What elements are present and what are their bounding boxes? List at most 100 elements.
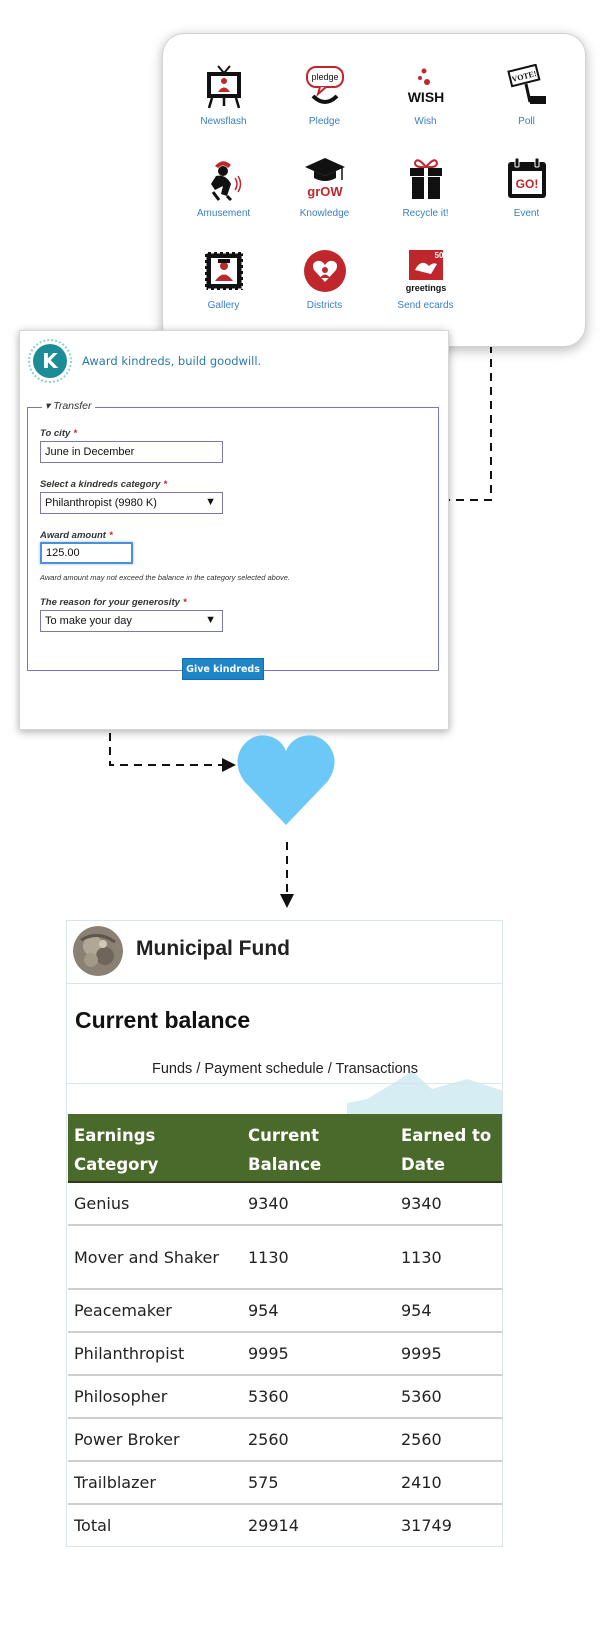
avatar xyxy=(73,926,123,976)
reason-label-text: The reason for your generosity xyxy=(40,597,180,608)
gift-box-icon xyxy=(409,159,442,199)
fund-header: Municipal Fund xyxy=(67,921,502,984)
reason-select-value: To make your day xyxy=(45,615,132,627)
collapse-arrow-icon: ▾ xyxy=(45,400,51,412)
cell-category: Philanthropist xyxy=(68,1332,242,1376)
balance-title: Current balance xyxy=(75,1007,251,1033)
menu-item-amusement[interactable]: Amusement xyxy=(173,156,274,248)
menu-item-label: Gallery xyxy=(207,300,240,311)
tagline: Award kindreds, build goodwill. xyxy=(82,354,262,368)
to-city-label-text: To city xyxy=(40,428,71,439)
fund-nav: Funds / Payment schedule / Transactions xyxy=(152,1061,418,1077)
menu-item-recycle[interactable]: Recycle it! xyxy=(375,156,476,248)
transfer-fieldset: ▾ Transfer To city * Select a kindreds ca… xyxy=(27,400,439,671)
calendar-icon: GO! xyxy=(507,157,546,198)
menu-item-newsflash[interactable]: Newsflash xyxy=(173,64,274,156)
menu-item-label: Knowledge xyxy=(299,208,350,219)
fieldset-legend[interactable]: ▾ Transfer xyxy=(42,400,95,412)
heart-icon xyxy=(237,735,335,825)
menu-item-label: Newsflash xyxy=(200,116,247,127)
nav-link-funds[interactable]: Funds xyxy=(152,1061,192,1077)
menu-item-gallery[interactable]: Gallery xyxy=(173,248,274,340)
wish-icon-text: WISH xyxy=(407,89,444,105)
dropdown-arrow-icon: ▼ xyxy=(205,614,216,626)
graduation-cap-icon: grOW xyxy=(304,158,345,199)
wish-icon: WISH xyxy=(407,68,444,105)
menu-item-label: Districts xyxy=(306,300,343,311)
pledge-icon: pledge xyxy=(305,66,344,104)
pledge-icon-text: pledge xyxy=(311,72,338,82)
menu-item-label: Pledge xyxy=(308,116,341,127)
menu-item-poll[interactable]: VOTE! Poll xyxy=(476,64,577,156)
required-marker: * xyxy=(182,597,187,608)
stamp-icon xyxy=(203,250,244,292)
column-header-current-balance: Current Balance xyxy=(242,1114,395,1183)
amount-label-text: Award amount xyxy=(40,530,106,541)
cell-current-balance: 29914 xyxy=(242,1504,395,1546)
award-amount-input[interactable] xyxy=(40,542,133,564)
reason-label: The reason for your generosity * xyxy=(40,597,187,608)
cell-earned-to-date: 2410 xyxy=(395,1461,502,1505)
cell-current-balance: 575 xyxy=(242,1461,395,1505)
earnings-table: Earnings Category Current Balance Earned… xyxy=(68,1114,502,1546)
table-row: Philosopher 5360 5360 xyxy=(68,1375,502,1419)
menu-item-send-ecards[interactable]: 50 greetings Send ecards xyxy=(375,248,476,340)
ecard-badge-text: 50 xyxy=(434,251,443,260)
category-label-text: Select a kindreds category xyxy=(40,479,161,490)
cell-category: Total xyxy=(68,1504,242,1546)
reason-select[interactable]: To make your day ▼ xyxy=(40,610,223,632)
cell-earned-to-date: 5360 xyxy=(395,1375,502,1419)
go-icon-text: GO! xyxy=(515,177,538,191)
menu-item-label: Amusement xyxy=(196,208,251,219)
grow-icon-text: grOW xyxy=(307,184,343,199)
kindreds-logo: K xyxy=(28,339,72,383)
greetings-icon-text: greetings xyxy=(405,283,446,293)
cell-current-balance: 1130 xyxy=(242,1225,395,1290)
cell-earned-to-date: 954 xyxy=(395,1289,502,1333)
required-marker: * xyxy=(163,479,168,490)
menu-item-wish[interactable]: WISH Wish xyxy=(375,64,476,156)
cell-earned-to-date: 9340 xyxy=(395,1182,502,1226)
cell-current-balance: 9340 xyxy=(242,1182,395,1226)
cell-current-balance: 2560 xyxy=(242,1418,395,1462)
tv-icon xyxy=(206,65,241,109)
fund-title: Municipal Fund xyxy=(136,937,290,960)
table-row: Mover and Shaker 1130 1130 xyxy=(68,1225,502,1290)
menu-item-event[interactable]: GO! Event xyxy=(476,156,577,248)
cell-category: Trailblazer xyxy=(68,1461,242,1505)
cell-category: Philosopher xyxy=(68,1375,242,1419)
dropdown-arrow-icon: ▼ xyxy=(205,496,216,508)
table-row: Philanthropist 9995 9995 xyxy=(68,1332,502,1376)
menu-item-label: Event xyxy=(513,208,540,219)
cell-earned-to-date: 1130 xyxy=(395,1225,502,1290)
table-row-total: Total 29914 31749 xyxy=(68,1504,502,1546)
give-kindreds-button[interactable]: Give kindreds xyxy=(182,658,264,680)
cell-earned-to-date: 9995 xyxy=(395,1332,502,1376)
menu-item-knowledge[interactable]: grOW Knowledge xyxy=(274,156,375,248)
table-row: Genius 9340 9340 xyxy=(68,1182,502,1226)
to-city-input[interactable] xyxy=(40,441,223,463)
nav-link-transactions[interactable]: Transactions xyxy=(336,1061,418,1077)
vote-sign-icon: VOTE! xyxy=(506,64,546,104)
jester-icon xyxy=(210,161,241,202)
legend-label: Transfer xyxy=(53,400,92,412)
cell-current-balance: 954 xyxy=(242,1289,395,1333)
nav-link-payment-schedule[interactable]: Payment schedule xyxy=(204,1061,323,1077)
menu-item-pledge[interactable]: pledge Pledge xyxy=(274,64,375,156)
menu-item-label: Wish xyxy=(414,116,437,127)
logo-letter: K xyxy=(42,349,59,373)
table-header-row: Earnings Category Current Balance Earned… xyxy=(68,1114,502,1183)
municipal-fund-panel: Municipal Fund Current balance Funds / P… xyxy=(66,920,503,1547)
menu-item-label: Poll xyxy=(518,116,535,127)
amount-hint: Award amount may not exceed the balance … xyxy=(40,573,291,582)
column-header-earned-to-date: Earned to Date xyxy=(395,1114,502,1183)
menu-item-districts[interactable]: Districts xyxy=(274,248,375,340)
heart-circle-icon xyxy=(303,250,346,292)
ecard-icon: 50 greetings xyxy=(405,250,446,293)
category-select[interactable]: Philanthropist (9980 K) ▼ xyxy=(40,492,223,514)
cell-category: Peacemaker xyxy=(68,1289,242,1333)
cell-current-balance: 9995 xyxy=(242,1332,395,1376)
nav-separator: / xyxy=(323,1061,336,1077)
nav-separator: / xyxy=(192,1061,205,1077)
column-header-category: Earnings Category xyxy=(68,1114,242,1183)
